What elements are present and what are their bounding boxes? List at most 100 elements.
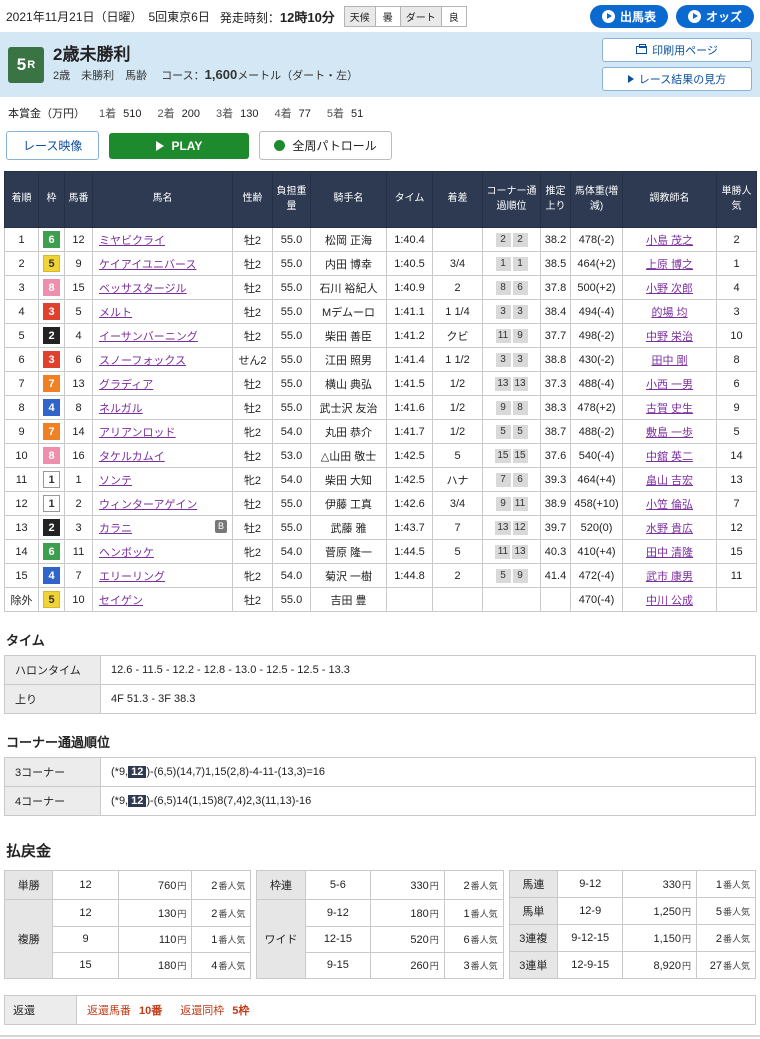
corner-position: 13 [495,377,510,391]
trainer-name-link[interactable]: 中舘 英二 [646,451,693,463]
odds-button[interactable]: オッズ [676,5,754,28]
race-video-button[interactable]: レース映像 [6,131,99,160]
column-header: 馬番 [65,172,93,228]
course-distance: 1,600 [205,67,238,82]
yen-unit: 円 [177,935,186,945]
horse-name-link[interactable]: カラニ [99,523,132,535]
finish-position: 11 [5,468,39,492]
payout-combination: 9 [53,926,118,952]
trainer-name-link[interactable]: 小笠 倫弘 [646,499,693,511]
corner-position: 5 [513,425,528,439]
weather-chip: 天候 曇 [344,6,401,27]
horse-weight: 458(+10) [571,492,623,516]
odds-icon [688,10,701,23]
horse-name-link[interactable]: ソンテ [99,475,132,487]
prize-value: 130 [240,108,258,120]
trainer-name-link[interactable]: 的場 均 [651,307,687,319]
track-label: ダート [401,7,442,26]
horse-name-link[interactable]: アリアンロッド [99,427,176,439]
finish-position: 13 [5,516,39,540]
favorite-rank: 12 [717,516,757,540]
horse-name-link[interactable]: セイゲン [99,595,143,607]
payout-amount: 520円 [371,926,445,952]
popularity-unit: 番人気 [723,934,750,944]
video-row: レース映像 PLAY 全周パトロール [0,127,760,169]
race-header: 5R 2歳未勝利 2歳 未勝利 馬齢 コース：1,600メートル（ダート・左） … [0,32,760,97]
track-condition-chip: ダート 良 [400,6,467,27]
finish-position: 5 [5,324,39,348]
horse-name-link[interactable]: ベッサスタージル [99,283,187,295]
trainer-name-link[interactable]: 武市 康男 [646,571,693,583]
payout-popularity: 1番人気 [697,871,756,898]
race-meta: 2021年11月21日（日曜） 5回東京6日 発走時刻：12時10分 天候 曇 … [6,6,467,27]
result-guide-button[interactable]: レース結果の見方 [602,67,752,91]
trainer-name-link[interactable]: 古賀 史生 [646,403,693,415]
jockey-name: 菅原 隆一 [311,540,387,564]
finish-time: 1:42.6 [387,492,433,516]
horse-weight: 540(-4) [571,444,623,468]
payout-combination: 5-6 [305,871,370,900]
corner-positions: 1312 [483,516,541,540]
margin: 1/2 [433,372,483,396]
corner-position: 9 [496,401,511,415]
horse-name-link[interactable]: ウィンターアゲイン [99,499,197,511]
sex-age: 牡2 [233,588,273,612]
corner-positions: 22 [483,228,541,252]
play-button[interactable]: PLAY [109,133,249,159]
print-button[interactable]: 印刷用ページ [602,38,752,62]
finish-time: 1:40.9 [387,276,433,300]
waku-badge: 8 [43,447,60,464]
finish-position: 9 [5,420,39,444]
yen-unit: 円 [430,909,439,919]
trainer-name-link[interactable]: 小野 次郎 [646,283,693,295]
horse-name-link[interactable]: タケルカムイ [99,451,165,463]
weather-label: 天候 [345,7,376,26]
horse-name-link[interactable]: メルト [99,307,132,319]
load-weight: 53.0 [273,444,311,468]
horse-name-link[interactable]: スノーフォックス [99,355,186,367]
last-3f: 38.9 [541,492,571,516]
prize-rank: 4着 [274,108,291,120]
finish-time [387,588,433,612]
horse-name-link[interactable]: ケイアイユニバース [99,259,196,271]
waku-cell: 5 [39,588,65,612]
trainer-name-link[interactable]: 畠山 吉宏 [646,475,693,487]
horse-name-link[interactable]: ミヤビクライ [99,235,165,247]
trainer-name-link[interactable]: 小島 茂之 [646,235,693,247]
trainer-name-link[interactable]: 田中 清隆 [646,547,693,559]
payout-amount: 110円 [118,926,192,952]
trainer-name-link[interactable]: 小西 一男 [646,379,693,391]
horse-name-link[interactable]: グラディア [99,379,153,391]
payout-amount: 330円 [371,871,445,900]
shutuba-button[interactable]: 出馬表 [590,5,668,28]
horse-name-link[interactable]: ネルガル [99,403,143,415]
jockey-name: 吉田 豊 [311,588,387,612]
finish-position: 3 [5,276,39,300]
finish-time: 1:41.1 [387,300,433,324]
prize-item: 2着200 [157,105,199,121]
payout-popularity: 4番人気 [192,952,251,978]
horse-name-link[interactable]: エリーリング [99,571,165,583]
horse-name-link[interactable]: ヘンボッケ [99,547,154,559]
trainer-name-link[interactable]: 田中 剛 [651,355,687,367]
trainer-name-link[interactable]: 中川 公成 [646,595,693,607]
column-header: 性齢 [233,172,273,228]
trainer-name-link[interactable]: 上原 博之 [646,259,693,271]
payout-combination: 9-12 [558,871,623,898]
popularity-unit: 番人気 [471,909,498,919]
finish-position: 1 [5,228,39,252]
horse-weight: 464(+2) [571,252,623,276]
horse-name-link[interactable]: イーサンバーニング [99,331,198,343]
last-3f: 38.7 [541,420,571,444]
payout-row: ワイド9-12180円1番人気 [257,900,503,926]
result-row: 259ケイアイユニバース牡255.0内田 博幸1:40.53/41138.546… [5,252,757,276]
corner-positions: 76 [483,468,541,492]
jockey-name: 武士沢 友治 [311,396,387,420]
trainer-name-link[interactable]: 敷島 一歩 [646,427,693,439]
horse-name-cell: ウィンターアゲイン [93,492,233,516]
corner-order-post: )-(6,5)14(1,15)8(7,4)2,3(11,13)-16 [146,795,311,807]
trainer-name-link[interactable]: 中野 栄治 [646,331,693,343]
patrol-video-button[interactable]: 全周パトロール [259,131,391,160]
last-3f: 37.6 [541,444,571,468]
trainer-name-link[interactable]: 水野 貴広 [646,523,693,535]
